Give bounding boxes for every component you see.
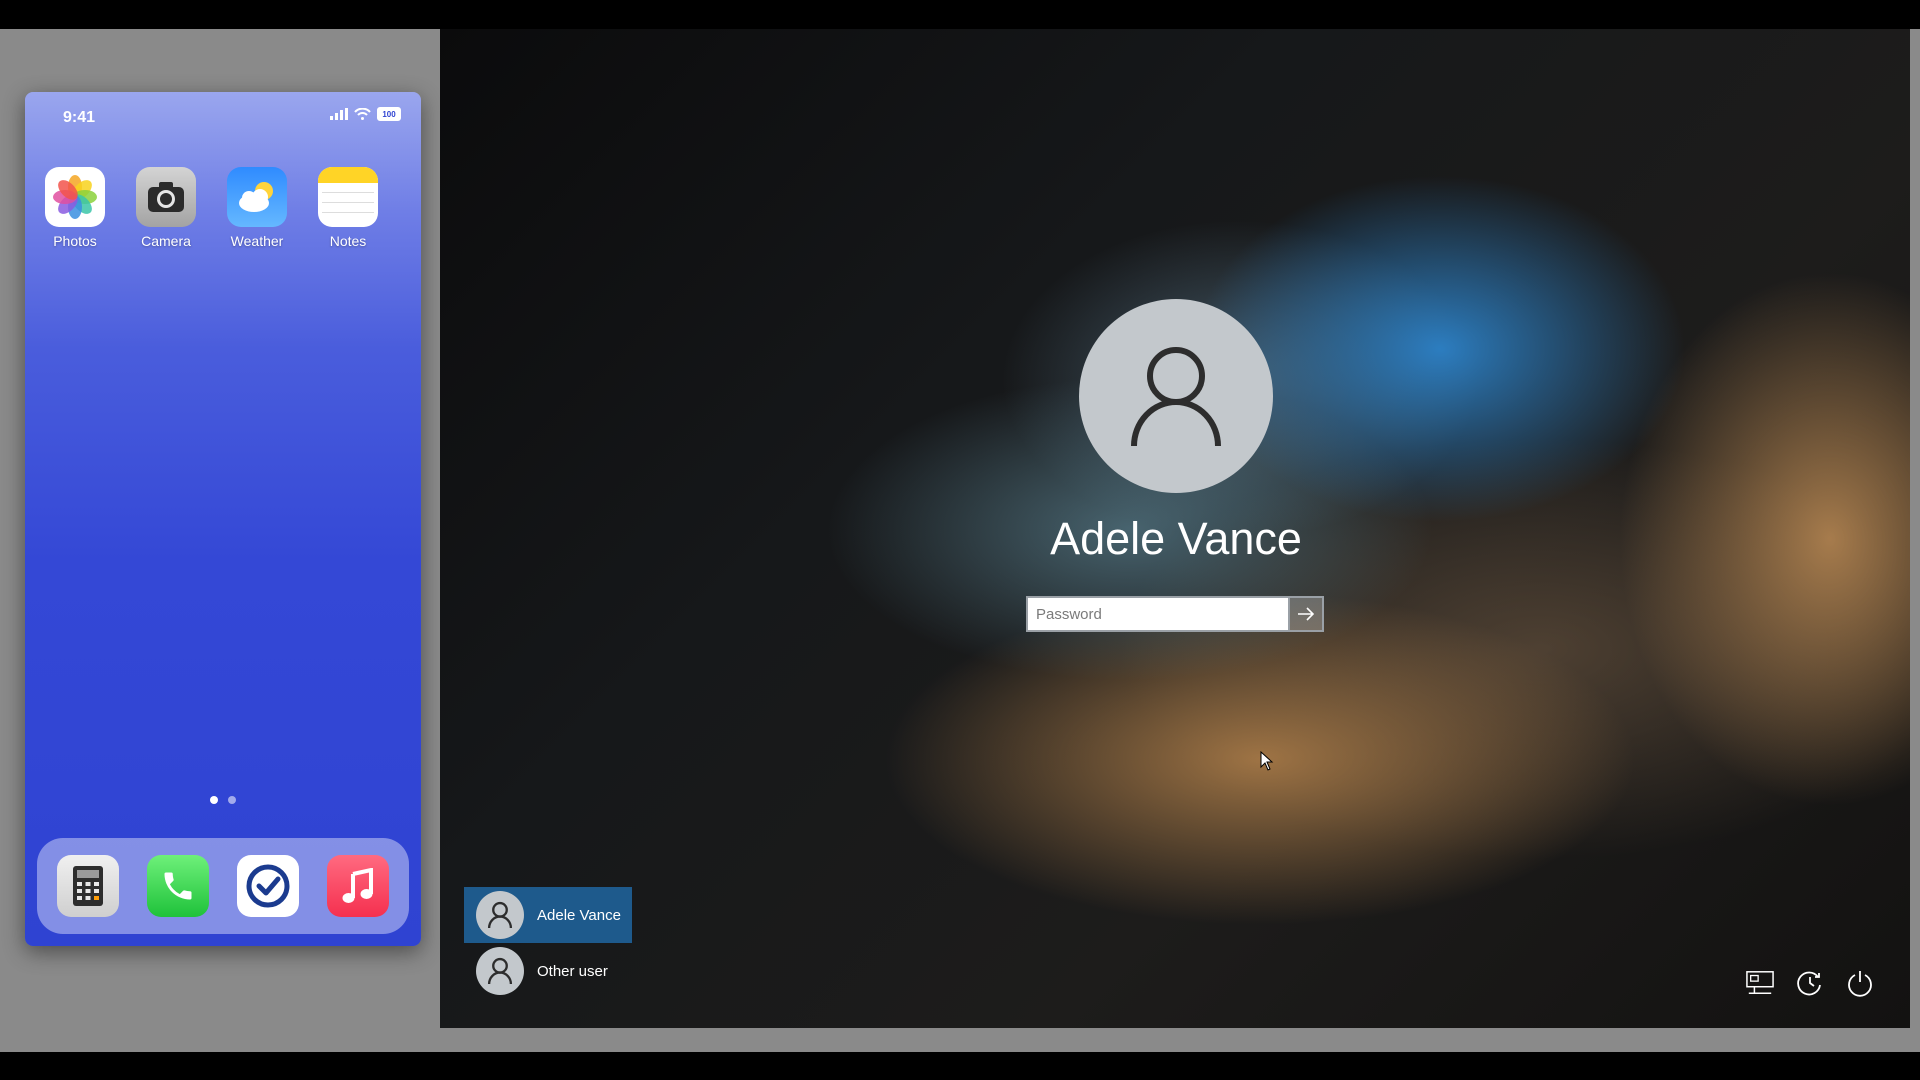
user-item-label: Adele Vance: [537, 906, 621, 924]
status-icons: 100: [330, 107, 401, 121]
notes-icon: [318, 167, 378, 227]
accessibility-icon[interactable]: [1796, 969, 1824, 997]
user-item-adele-vance[interactable]: Adele Vance: [464, 887, 632, 943]
app-weather[interactable]: Weather: [227, 167, 287, 249]
battery-icon: 100: [377, 107, 401, 121]
phone-home-screen: 9:41 100 Photos Camera Weather Notes: [25, 92, 421, 946]
user-list: Adele Vance Other user: [464, 887, 632, 999]
page-dot-2: [228, 796, 236, 804]
signal-icon: [330, 108, 348, 120]
app-photos[interactable]: Photos: [45, 167, 105, 249]
wifi-icon: [354, 108, 371, 120]
phone-dock: [37, 838, 409, 934]
user-icon: [487, 957, 513, 985]
user-item-label: Other user: [537, 962, 608, 980]
submit-button[interactable]: [1288, 596, 1324, 632]
app-label: Notes: [329, 233, 367, 249]
network-icon[interactable]: [1746, 969, 1774, 997]
app-camera[interactable]: Camera: [136, 167, 196, 249]
user-icon: [1131, 347, 1221, 447]
app-label: Weather: [230, 233, 284, 249]
user-avatar: [1079, 299, 1273, 493]
calculator-icon[interactable]: [57, 855, 119, 917]
user-item-other-user[interactable]: Other user: [464, 943, 632, 999]
user-avatar-small: [476, 891, 524, 939]
arrow-right-icon: [1298, 607, 1315, 621]
user-avatar-small: [476, 947, 524, 995]
password-input[interactable]: [1026, 596, 1288, 632]
desktop-stage: 9:41 100 Photos Camera Weather Notes Ade…: [0, 29, 1920, 1052]
mouse-cursor-icon: [1260, 750, 1274, 776]
app-label: Photos: [53, 233, 97, 249]
music-icon[interactable]: [327, 855, 389, 917]
system-tray: [1746, 969, 1874, 997]
tasks-icon[interactable]: [237, 855, 299, 917]
phone-icon[interactable]: [147, 855, 209, 917]
windows-signin-screen: Adele Vance Adele Vance Other user: [440, 29, 1910, 1028]
photos-icon: [45, 167, 105, 227]
weather-icon: [227, 167, 287, 227]
page-dot-1: [210, 796, 218, 804]
camera-icon: [136, 167, 196, 227]
app-notes[interactable]: Notes: [318, 167, 378, 249]
user-name: Adele Vance: [1050, 513, 1302, 564]
page-indicator[interactable]: [25, 796, 421, 804]
app-label: Camera: [141, 233, 191, 249]
power-icon[interactable]: [1846, 969, 1874, 997]
app-grid: Photos Camera Weather Notes: [45, 167, 378, 249]
status-time: 9:41: [63, 109, 96, 126]
user-icon: [487, 901, 513, 929]
password-box: [1026, 596, 1324, 632]
